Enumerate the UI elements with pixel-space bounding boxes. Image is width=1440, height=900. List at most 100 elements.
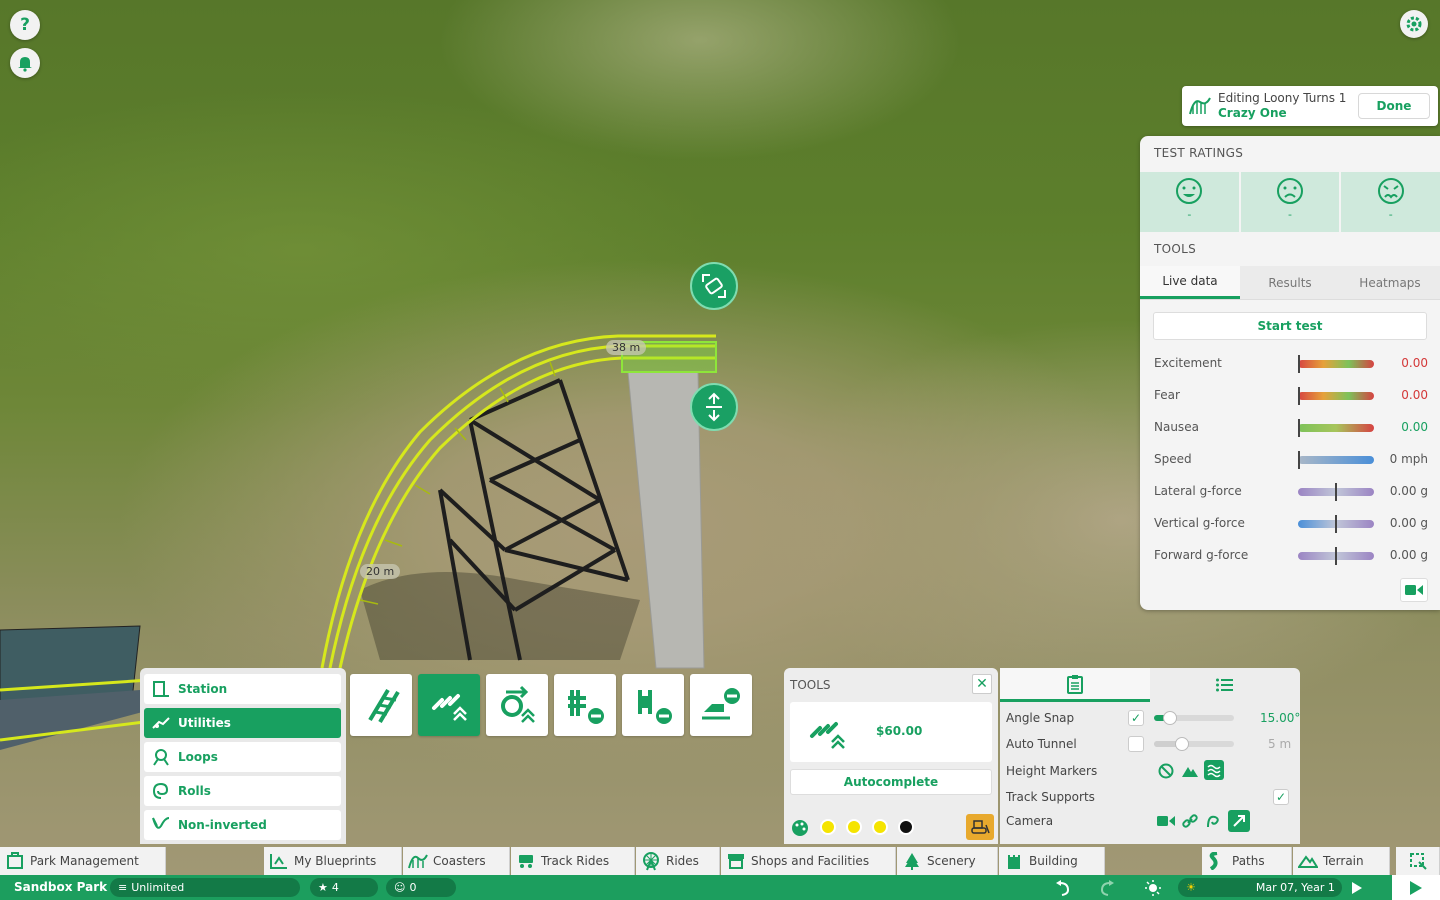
undo-button[interactable] bbox=[1052, 878, 1074, 897]
camera-video-button[interactable] bbox=[1156, 811, 1176, 831]
play-button[interactable] bbox=[1392, 875, 1440, 900]
stat-marker bbox=[1298, 355, 1300, 373]
stat-label: Excitement bbox=[1154, 356, 1222, 370]
selection-icon bbox=[1409, 853, 1427, 870]
ride-camera-button[interactable] bbox=[1400, 578, 1428, 602]
track-supports-checkbox[interactable]: ✓ bbox=[1273, 789, 1289, 805]
chain-lift-icon bbox=[810, 722, 845, 749]
tab-options[interactable] bbox=[1000, 668, 1150, 702]
slider-knob[interactable] bbox=[1175, 737, 1189, 751]
tools-tabs: Live data Results Heatmaps bbox=[1140, 266, 1440, 300]
auto-tunnel-label: Auto Tunnel bbox=[1006, 737, 1077, 751]
chain-lift-icon bbox=[432, 694, 467, 721]
piece-chain-lift[interactable] bbox=[418, 674, 480, 736]
game-speed-button[interactable] bbox=[1346, 878, 1368, 897]
happy-face-icon bbox=[1176, 178, 1203, 204]
toolbar-scenery[interactable]: Scenery bbox=[897, 847, 998, 875]
camera-follow-button[interactable] bbox=[1180, 811, 1200, 831]
toolbar-track-rides[interactable]: Track Rides bbox=[511, 847, 635, 875]
piece-launch-remove[interactable] bbox=[690, 674, 752, 736]
launch-remove-icon bbox=[702, 688, 740, 720]
category-rolls[interactable]: Rolls bbox=[144, 776, 341, 806]
category-label: Loops bbox=[178, 750, 218, 764]
toolbar-paths[interactable]: Paths bbox=[1202, 847, 1292, 875]
stat-value: 0.00 g bbox=[1389, 516, 1428, 530]
height-markers-off-button[interactable] bbox=[1156, 761, 1176, 781]
toolbar-shops-and-facilities[interactable]: Shops and Facilities bbox=[721, 847, 896, 875]
color-swatch-1[interactable] bbox=[820, 819, 836, 835]
tools-card: TOOLS ✕ $60.00 Autocomplete bbox=[784, 668, 998, 844]
slider-knob[interactable] bbox=[1163, 711, 1177, 725]
stat-label: Nausea bbox=[1154, 420, 1199, 434]
stat-row-vertical-g: Vertical g-force 0.00 g bbox=[1154, 514, 1428, 534]
camera-auto-button[interactable] bbox=[1228, 810, 1250, 832]
tab-live-data[interactable]: Live data bbox=[1140, 266, 1240, 299]
toolbar-select[interactable] bbox=[1396, 847, 1440, 875]
category-utilities[interactable]: Utilities bbox=[144, 708, 341, 738]
time-of-day-button[interactable] bbox=[1142, 878, 1164, 897]
camera-track-button[interactable] bbox=[1204, 811, 1224, 831]
bulldozer-icon bbox=[971, 820, 990, 834]
autocomplete-button[interactable]: Autocomplete bbox=[790, 769, 992, 795]
toolbar-building[interactable]: Building bbox=[999, 847, 1105, 875]
piece-block-brake-remove[interactable] bbox=[622, 674, 684, 736]
toolbar-coasters[interactable]: Coasters bbox=[403, 847, 510, 875]
redo-button[interactable] bbox=[1096, 878, 1118, 897]
park-rating-display[interactable]: ★ 4 bbox=[310, 878, 378, 897]
date-value: Mar 07, Year 1 bbox=[1255, 881, 1335, 894]
toolbar-terrain[interactable]: Terrain bbox=[1293, 847, 1390, 875]
angle-snap-slider[interactable] bbox=[1154, 711, 1234, 725]
piece-track[interactable] bbox=[350, 674, 412, 736]
color-swatch-2[interactable] bbox=[846, 819, 862, 835]
toolbar-my-blueprints[interactable]: My Blueprints bbox=[264, 847, 402, 875]
toolbar-park-management[interactable]: Park Management bbox=[0, 847, 166, 875]
tab-list[interactable] bbox=[1150, 668, 1300, 702]
help-button[interactable]: ? bbox=[10, 10, 40, 40]
coins-icon: ≡ bbox=[118, 881, 128, 894]
category-non-inverted[interactable]: Non-inverted bbox=[144, 810, 341, 840]
angle-snap-checkbox[interactable]: ✓ bbox=[1128, 710, 1144, 726]
nauseous-face-icon bbox=[1377, 178, 1404, 204]
water-icon bbox=[1207, 764, 1221, 778]
video-camera-icon bbox=[1157, 816, 1175, 826]
tab-results[interactable]: Results bbox=[1240, 266, 1340, 299]
notifications-button[interactable] bbox=[10, 48, 40, 78]
resize-piece-button[interactable] bbox=[690, 262, 738, 310]
paint-palette-icon[interactable] bbox=[790, 818, 810, 838]
date-display[interactable]: ☀ Mar 07, Year 1 bbox=[1178, 878, 1342, 897]
auto-tunnel-checkbox[interactable] bbox=[1128, 736, 1144, 752]
category-loops[interactable]: Loops bbox=[144, 742, 341, 772]
auto-tunnel-slider[interactable] bbox=[1154, 737, 1234, 751]
toolbar-label: Rides bbox=[666, 854, 699, 868]
stat-value: 0.00 bbox=[1401, 356, 1428, 370]
stat-label: Vertical g-force bbox=[1154, 516, 1245, 530]
height-markers-terrain-button[interactable] bbox=[1180, 761, 1200, 781]
track-piece-icon bbox=[368, 688, 400, 724]
star-icon: ★ bbox=[318, 881, 328, 894]
track-supports-label: Track Supports bbox=[1006, 790, 1095, 804]
height-markers-water-button[interactable] bbox=[1204, 760, 1224, 780]
piece-booster[interactable] bbox=[486, 674, 548, 736]
color-swatch-3[interactable] bbox=[872, 819, 888, 835]
piece-brake-remove[interactable] bbox=[554, 674, 616, 736]
category-station[interactable]: Station bbox=[144, 674, 341, 704]
money-display[interactable]: ≡ Unlimited bbox=[110, 878, 300, 897]
close-tools-button[interactable]: ✕ bbox=[972, 674, 992, 694]
editing-ride-header: Editing Loony Turns 1 Crazy One Done bbox=[1182, 86, 1438, 126]
settings-button[interactable] bbox=[1400, 10, 1428, 38]
stat-marker bbox=[1298, 387, 1300, 405]
height-adjust-button[interactable] bbox=[690, 383, 738, 431]
guest-count-display[interactable]: ☺ 0 bbox=[386, 878, 456, 897]
bottom-toolbar: Park Management My Blueprints Coasters T… bbox=[0, 847, 1440, 875]
bulldoze-button[interactable] bbox=[966, 814, 994, 840]
start-test-button[interactable]: Start test bbox=[1153, 312, 1427, 340]
stat-marker bbox=[1335, 483, 1337, 501]
selected-piece-card[interactable]: $60.00 bbox=[790, 702, 992, 762]
undo-icon bbox=[1056, 879, 1070, 896]
tab-heatmaps[interactable]: Heatmaps bbox=[1340, 266, 1440, 299]
done-button[interactable]: Done bbox=[1358, 93, 1430, 119]
stat-marker bbox=[1298, 451, 1300, 469]
stat-row-speed: Speed 0 mph bbox=[1154, 450, 1428, 470]
toolbar-rides[interactable]: Rides bbox=[636, 847, 720, 875]
color-swatch-4[interactable] bbox=[898, 819, 914, 835]
